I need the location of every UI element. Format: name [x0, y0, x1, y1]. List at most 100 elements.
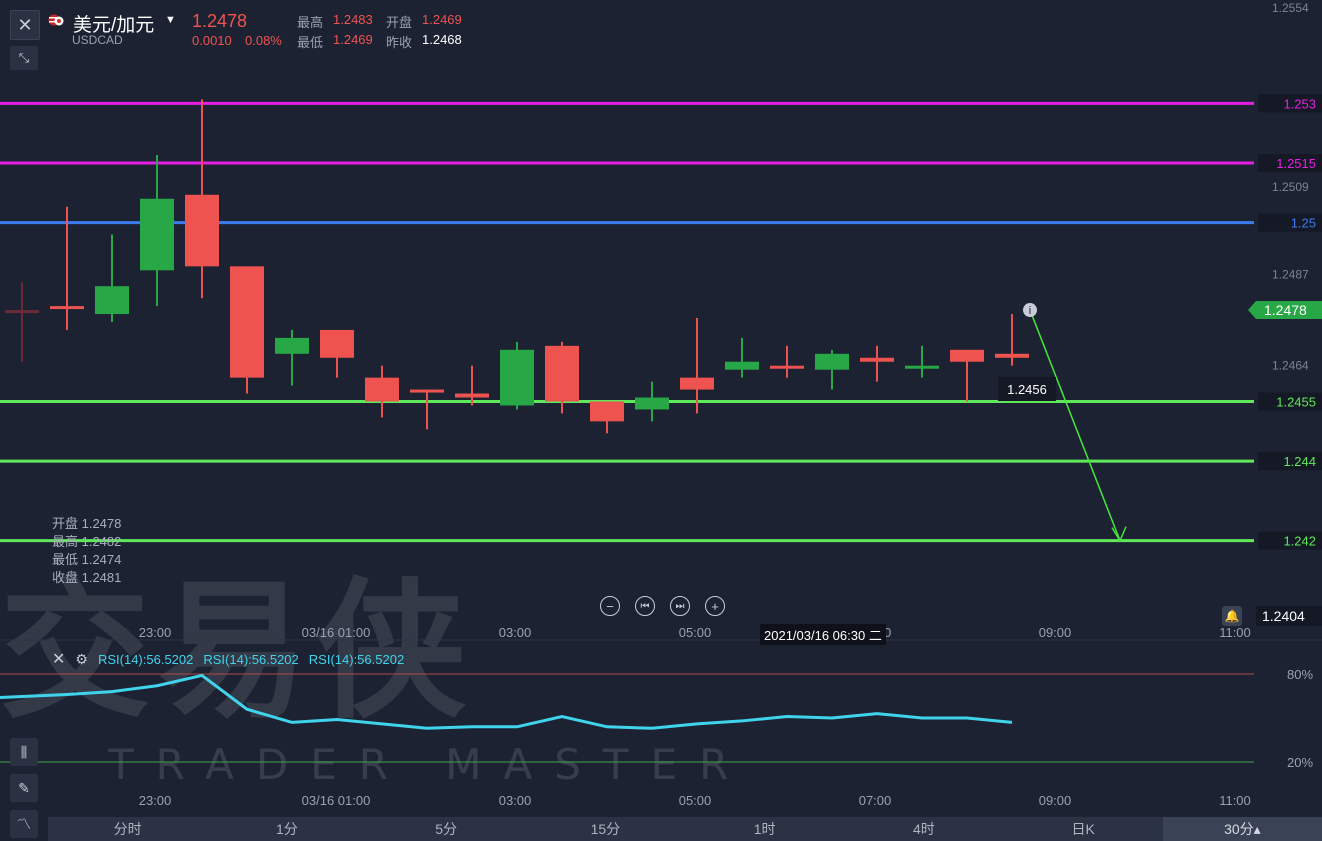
candle-body [365, 377, 399, 402]
rsi-label-3: RSI(14):56.5202 [308, 651, 405, 667]
projection-arrow-head [1111, 526, 1127, 543]
chevron-down-icon[interactable]: ▼ [165, 14, 176, 26]
y-tick-label: 1.2487 [1272, 267, 1309, 281]
tf-5m[interactable]: 5分 [367, 817, 526, 841]
candle-body [950, 349, 984, 362]
candle-body [500, 349, 534, 406]
draw-tool-icon[interactable]: ✎ [10, 774, 38, 802]
rsi-settings-icon[interactable]: ⚙ [75, 651, 88, 668]
shrink-button[interactable]: ⤡ [10, 46, 38, 70]
candle-body [455, 393, 489, 398]
ohlc-close: 收盘 1.2481 [52, 570, 122, 585]
low-value: 1.2469 [333, 32, 373, 47]
close-icon: ✕ [17, 14, 33, 35]
projection-arrow [1029, 309, 1121, 541]
y-tick-label: 1.2509 [1272, 180, 1309, 194]
candle-body [230, 266, 264, 378]
candle-body [50, 306, 84, 310]
candle-body [95, 286, 129, 315]
chart-canvas[interactable]: 1.2554 1.2509 1.2487 1.2464 1.253 1.2515 1.25 1… [0, 0, 1322, 841]
us-ca-flag-icon [48, 14, 64, 26]
rsi-close-icon[interactable]: ✕ [52, 649, 65, 669]
tf-1m[interactable]: 1分 [207, 817, 366, 841]
symbol-code: USDCAD [72, 33, 123, 47]
rsi-x-tick-label: 03/16 01:00 [302, 793, 371, 808]
price-change-pct: 0.08% [245, 33, 282, 48]
y-tick-label: 1.2464 [1272, 359, 1309, 373]
info-icon-glyph: i [1029, 305, 1031, 317]
candle-body [140, 198, 174, 271]
candle-body [275, 337, 309, 354]
rsi-label-2: RSI(14):56.5202 [203, 651, 299, 667]
bell-icon[interactable]: 🔔 [1222, 606, 1242, 626]
ohlc-panel: 开盘 1.2478 最高 1.2482 最低 1.2474 收盘 1.2481 [52, 515, 121, 587]
level-tag-label: 1.2515 [1276, 156, 1316, 171]
rsi-x-tick-label: 03:00 [499, 793, 532, 808]
tf-1h[interactable]: 1时 [685, 817, 844, 841]
candle-body [815, 353, 849, 370]
candle-body [770, 365, 804, 369]
indicator-tool-icon[interactable]: 〽 [10, 810, 38, 838]
low-label: 最低 [297, 35, 324, 50]
price-change: 0.0010 [192, 33, 232, 48]
ohlc-low: 最低 1.2474 [52, 552, 122, 567]
rsi-line [0, 673, 1013, 730]
candle-body [680, 377, 714, 390]
rsi-80-label: 80% [1287, 667, 1313, 682]
rsi-x-tick-label: 11:00 [1219, 793, 1251, 808]
candle-body [410, 389, 444, 393]
prev-close-value: 1.2468 [422, 32, 462, 47]
x-tick-label: 11:00 [1219, 625, 1251, 640]
candle-body [590, 401, 624, 422]
candlestick-tool-icon[interactable]: ⫼ [10, 738, 38, 766]
zoom-in-button[interactable]: + [705, 596, 725, 616]
ohlc-high: 最高 1.2482 [52, 534, 122, 549]
candle-body [905, 365, 939, 369]
level-tag-label: 1.253 [1283, 96, 1316, 111]
current-price-label: 1.2478 [1264, 302, 1307, 318]
tf-4h[interactable]: 4时 [844, 817, 1003, 841]
level-tag-label: 1.244 [1283, 454, 1316, 469]
high-label: 最高 [297, 15, 324, 30]
high-value: 1.2483 [333, 12, 373, 27]
x-tick-label: 09:00 [1039, 625, 1072, 640]
prev-close-label: 昨收 [386, 35, 413, 50]
candle-body [860, 357, 894, 362]
candle-body [320, 329, 354, 358]
x-tick-label: 03:00 [499, 625, 532, 640]
time-tooltip: 2021/03/16 06:30 二 [760, 624, 886, 645]
projection-label: 1.2456 [1007, 382, 1047, 397]
timeframe-bar: 分时 1分 5分 15分 1时 4时 日K 30分▴ [48, 817, 1322, 841]
rsi-20-label: 20% [1287, 755, 1313, 770]
tf-realtime[interactable]: 分时 [48, 817, 207, 841]
candle-body [995, 353, 1029, 358]
tf-30m[interactable]: 30分▴ [1162, 817, 1322, 841]
tf-day[interactable]: 日K [1004, 817, 1163, 841]
level-tag-label: 1.2455 [1276, 394, 1316, 409]
go-start-button[interactable]: ⏮ [635, 596, 655, 616]
zoom-out-button[interactable]: − [600, 596, 620, 616]
rsi-x-tick-label: 23:00 [139, 793, 172, 808]
x-tick-label: 05:00 [679, 625, 712, 640]
close-button[interactable]: ✕ [10, 10, 40, 40]
go-end-button[interactable]: ⏭ [670, 596, 690, 616]
rsi-x-tick-label: 07:00 [859, 793, 892, 808]
tf-15m[interactable]: 15分 [526, 817, 685, 841]
rsi-x-tick-label: 05:00 [679, 793, 712, 808]
open-value: 1.2469 [422, 12, 462, 27]
open-label: 开盘 [386, 15, 413, 30]
y-tick-label: 1.2554 [1272, 1, 1309, 15]
candle-body [725, 361, 759, 370]
level-tag-label: 1.25 [1291, 216, 1316, 231]
last-price: 1.2478 [192, 11, 248, 31]
rsi-label-1: RSI(14):56.5202 [97, 651, 194, 667]
rsi-x-tick-label: 09:00 [1039, 793, 1072, 808]
candle-body [185, 194, 219, 267]
rsi-legend: ✕ ⚙ RSI(14):56.5202 RSI(14):56.5202 RSI(… [52, 649, 404, 669]
ohlc-open: 开盘 1.2478 [52, 516, 122, 531]
x-tick-label: 03/16 01:00 [302, 625, 371, 640]
candle-body [545, 345, 579, 402]
x-tick-label: 23:00 [139, 625, 172, 640]
shrink-icon: ⤡ [18, 50, 30, 65]
crosshair-price-label: 1.2404 [1262, 608, 1305, 624]
